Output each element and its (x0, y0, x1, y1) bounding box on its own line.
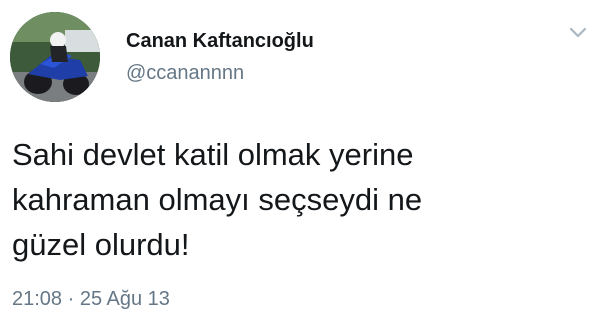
avatar[interactable] (10, 12, 100, 102)
tweet-text: Sahi devlet katil olmak yerine kahraman … (12, 132, 582, 267)
tweet-card: Canan Kaftancıoğlu @ccanannnn Sahi devle… (0, 0, 600, 324)
tweet-timestamp[interactable]: 21:08 · 25 Ağu 13 (12, 288, 170, 311)
user-handle[interactable]: @ccanannnn (126, 62, 244, 85)
chevron-down-icon[interactable] (568, 26, 588, 40)
avatar-image (10, 12, 100, 102)
tweet-text-line: kahraman olmayı seçseydi ne (12, 182, 423, 217)
tweet-text-line: Sahi devlet katil olmak yerine (12, 137, 414, 172)
display-name[interactable]: Canan Kaftancıoğlu (126, 30, 314, 53)
tweet-text-line: güzel olurdu! (12, 227, 190, 262)
